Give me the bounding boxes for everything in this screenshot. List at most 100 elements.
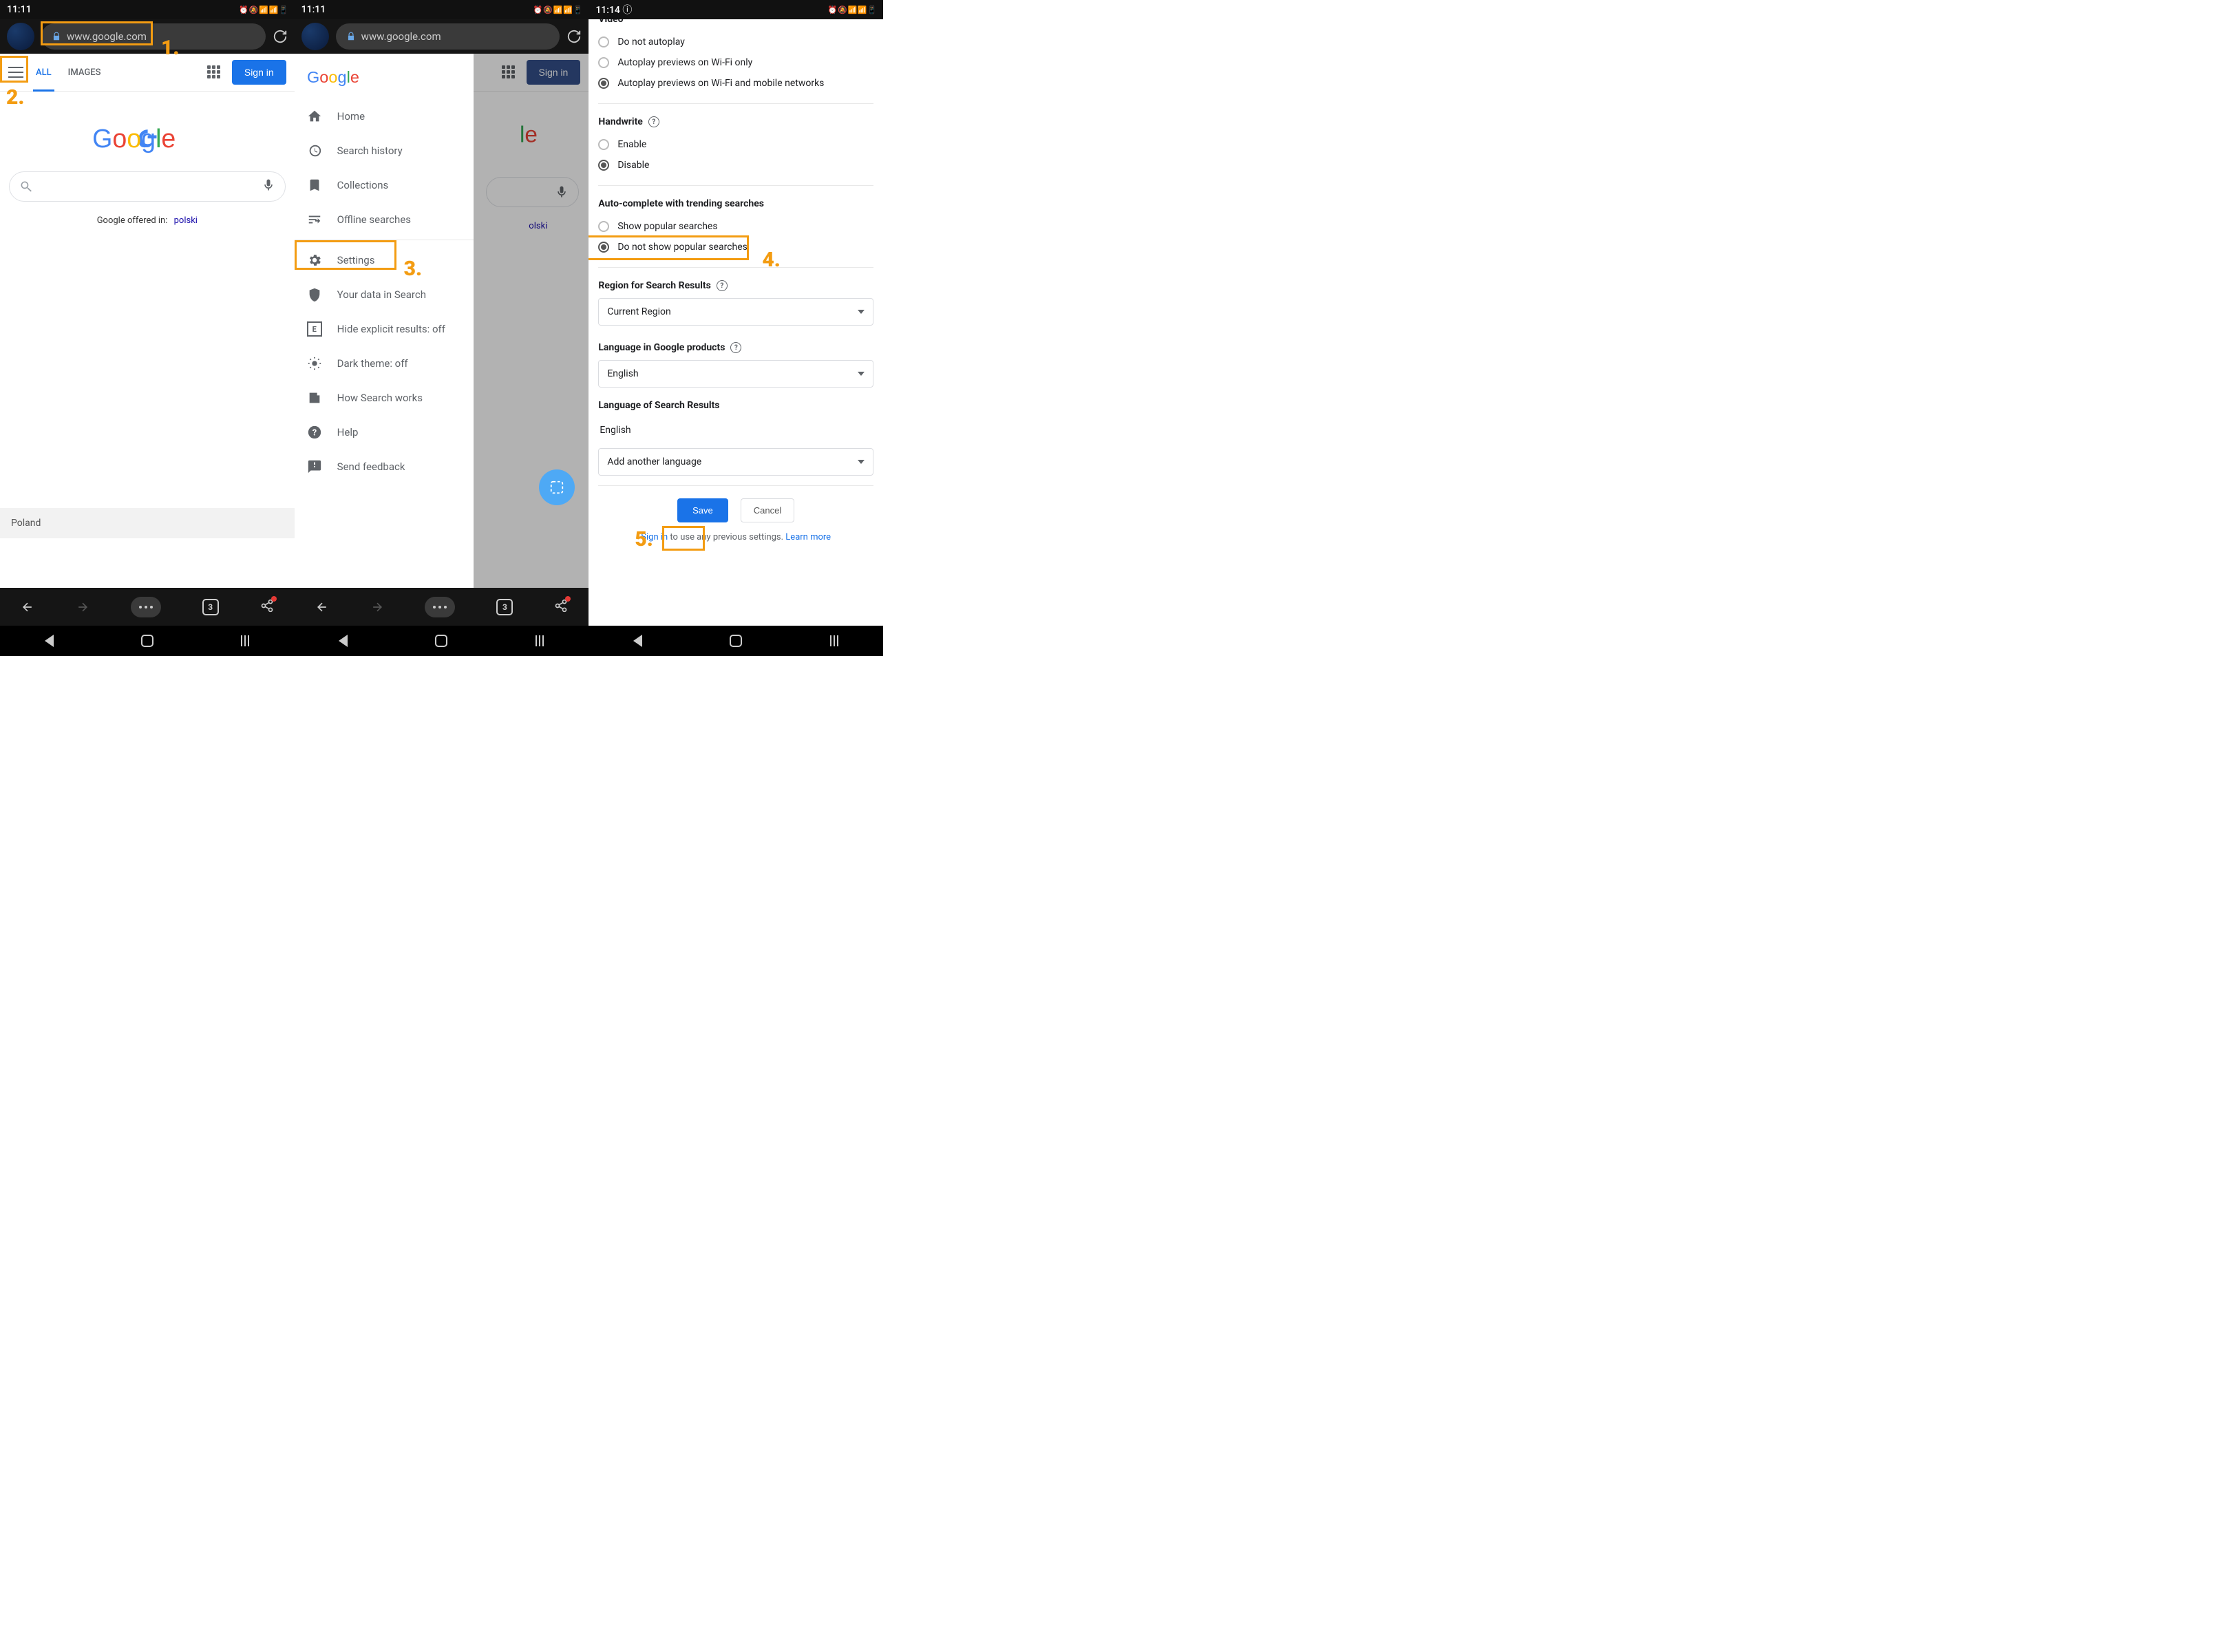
share-icon[interactable] xyxy=(260,599,274,615)
drawer-item-home[interactable]: Home xyxy=(295,99,474,134)
svg-text:?: ? xyxy=(312,428,316,438)
tab-all[interactable]: ALL xyxy=(28,54,60,92)
footer-location: Poland xyxy=(0,508,295,538)
sun-icon xyxy=(307,356,322,371)
url-text: www.google.com xyxy=(361,30,441,43)
google-home-2: Sign in le olski Google Home Search hist… xyxy=(295,54,589,588)
browser-nav-bar-1: 3 xyxy=(0,588,295,626)
drawer-item-offline[interactable]: Offline searches xyxy=(295,202,474,237)
help-icon: ? xyxy=(307,425,322,440)
radio-handwrite-disable[interactable]: Disable xyxy=(598,155,873,176)
sys-back[interactable] xyxy=(41,633,56,648)
svg-text:Google: Google xyxy=(307,68,359,86)
apps-grid-icon[interactable] xyxy=(207,65,221,79)
refresh-icon[interactable] xyxy=(273,29,288,44)
search-input[interactable] xyxy=(33,180,262,193)
search-box[interactable] xyxy=(9,171,286,202)
offered-lang-link[interactable]: polski xyxy=(174,215,198,226)
sys-back[interactable] xyxy=(630,633,646,648)
chevron-down-icon xyxy=(858,372,865,376)
drawer-item-explicit[interactable]: EHide explicit results: off xyxy=(295,312,474,346)
status-icons: ⏰ 🔕 📶 📶 📱 xyxy=(533,6,582,14)
section-autocomplete: Auto-complete with trending searches xyxy=(598,198,873,209)
signin-hint: Sign in to use any previous settings. Le… xyxy=(598,532,873,542)
drawer-item-collections[interactable]: Collections xyxy=(295,168,474,202)
gear-icon xyxy=(307,253,322,268)
home-icon xyxy=(307,109,322,124)
radio-video-2[interactable]: Autoplay previews on Wi-Fi only xyxy=(598,52,873,73)
chevron-down-icon xyxy=(858,310,865,314)
tab-count[interactable]: 3 xyxy=(202,599,219,615)
nav-forward-icon xyxy=(370,600,384,614)
panel-2: 11:11 ⏰ 🔕 📶 📶 📱 www.google.com Sign in l… xyxy=(295,0,589,656)
status-icons: ⏰ 🔕 📶 📶 📱 xyxy=(828,6,876,14)
select-addlang[interactable]: Add another language xyxy=(598,448,873,476)
url-bar[interactable]: www.google.com xyxy=(336,23,560,50)
drawer-item-feedback[interactable]: Send feedback xyxy=(295,449,474,484)
radio-video-3[interactable]: Autoplay previews on Wi-Fi and mobile ne… xyxy=(598,73,873,94)
search-doc-icon xyxy=(307,390,322,405)
cancel-button[interactable]: Cancel xyxy=(741,498,794,522)
browser-profile-icon[interactable] xyxy=(301,23,329,50)
nav-back-icon[interactable] xyxy=(21,600,34,614)
sys-home[interactable] xyxy=(434,633,449,648)
sys-back[interactable] xyxy=(336,633,351,648)
radio-video-1[interactable]: Do not autoplay xyxy=(598,32,873,52)
url-text: www.google.com xyxy=(67,30,147,43)
tab-count[interactable]: 3 xyxy=(496,599,513,615)
nav-more-icon[interactable] xyxy=(131,597,161,617)
learn-more-link[interactable]: Learn more xyxy=(785,532,831,542)
sys-recents[interactable] xyxy=(237,633,253,648)
nav-forward-icon xyxy=(76,600,89,614)
radio-ac-noshow[interactable]: Do not show popular searches xyxy=(598,237,873,257)
save-button[interactable]: Save xyxy=(677,498,728,522)
drawer-item-darktheme[interactable]: Dark theme: off xyxy=(295,346,474,381)
drawer-item-history[interactable]: Search history xyxy=(295,134,474,168)
section-langresults: Language of Search Results xyxy=(598,400,873,411)
fab-screenshot[interactable] xyxy=(539,469,575,505)
select-region[interactable]: Current Region xyxy=(598,298,873,326)
google-logo: Google xyxy=(92,119,202,159)
sys-home[interactable] xyxy=(728,633,743,648)
panel-1: 11:11 ⏰ 🔕 📶 📶 📱 www.google.com ALL IMAGE… xyxy=(0,0,295,656)
lock-icon xyxy=(346,32,356,41)
help-icon[interactable]: ? xyxy=(717,280,728,291)
sys-home[interactable] xyxy=(140,633,155,648)
radio-handwrite-enable[interactable]: Enable xyxy=(598,134,873,155)
status-time: 11:14 ⓘ xyxy=(595,3,632,17)
drawer-item-howworks[interactable]: How Search works xyxy=(295,381,474,415)
browser-bar-2: www.google.com xyxy=(295,19,589,54)
url-bar[interactable]: www.google.com xyxy=(41,23,266,50)
status-bar-2: 11:11 ⏰ 🔕 📶 📶 📱 xyxy=(295,0,589,19)
select-langprod[interactable]: English xyxy=(598,360,873,388)
offline-icon xyxy=(307,212,322,227)
svg-text:Google: Google xyxy=(92,124,176,153)
drawer-item-help[interactable]: ?Help xyxy=(295,415,474,449)
refresh-icon[interactable] xyxy=(566,29,582,44)
search-icon xyxy=(19,180,33,193)
mic-icon[interactable] xyxy=(262,178,275,195)
hamburger-menu[interactable] xyxy=(4,61,28,84)
radio-ac-show[interactable]: Show popular searches xyxy=(598,216,873,237)
browser-profile-icon[interactable] xyxy=(7,23,34,50)
help-icon[interactable]: ? xyxy=(730,342,741,353)
section-region: Region for Search Results? xyxy=(598,280,873,291)
sys-recents[interactable] xyxy=(532,633,547,648)
nav-more-icon[interactable] xyxy=(425,597,455,617)
feedback-icon xyxy=(307,459,322,474)
status-bar-3: 11:14 ⓘ ⏰ 🔕 📶 📶 📱 xyxy=(589,0,883,19)
drawer-item-settings[interactable]: Settings xyxy=(295,243,474,277)
signin-link[interactable]: Sign in xyxy=(641,532,668,542)
sys-recents[interactable] xyxy=(827,633,842,648)
help-icon[interactable]: ? xyxy=(648,116,659,127)
share-icon[interactable] xyxy=(554,599,568,615)
lock-icon xyxy=(52,32,61,41)
tab-images[interactable]: IMAGES xyxy=(60,54,109,92)
nav-back-icon[interactable] xyxy=(315,600,329,614)
history-icon xyxy=(307,143,322,158)
section-handwrite: Handwrite? xyxy=(598,116,873,127)
sign-in-button[interactable]: Sign in xyxy=(232,60,286,85)
drawer-item-yourdata[interactable]: Your data in Search xyxy=(295,277,474,312)
settings-page[interactable]: Video Do not autoplay Autoplay previews … xyxy=(589,19,883,626)
section-video: Video xyxy=(598,19,873,25)
